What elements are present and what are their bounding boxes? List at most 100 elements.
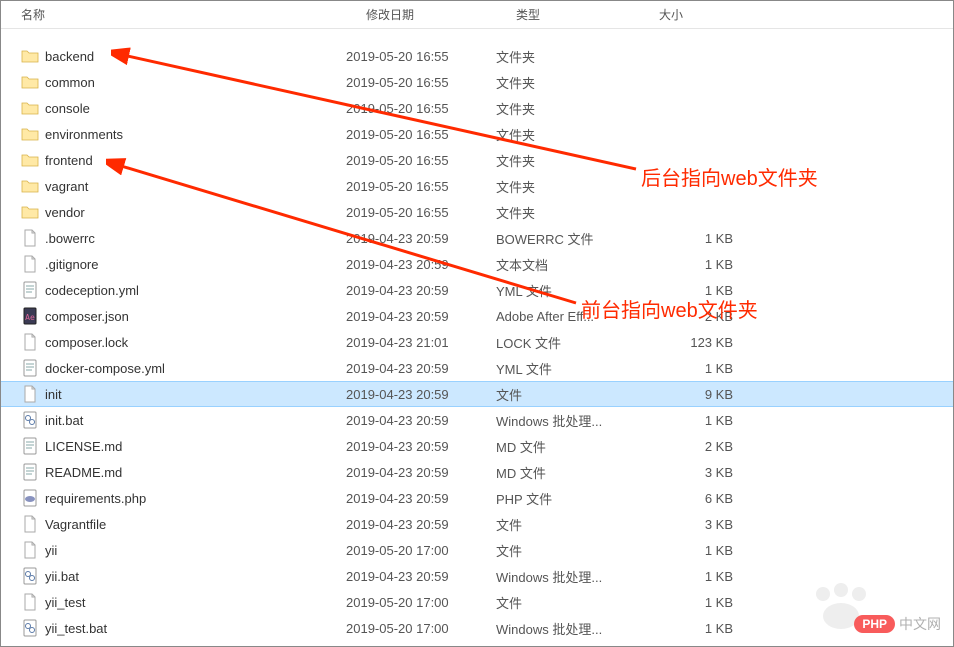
- folder-icon: [21, 47, 39, 65]
- file-type: 文件: [496, 593, 651, 612]
- file-size: 1 KB: [651, 413, 741, 428]
- php-badge: PHP: [854, 615, 895, 633]
- file-date: 2019-04-23 20:59: [346, 231, 496, 246]
- file-date: 2019-04-23 20:59: [346, 387, 496, 402]
- file-type: LOCK 文件: [496, 333, 651, 352]
- file-row[interactable]: .bowerrc2019-04-23 20:59BOWERRC 文件1 KB: [1, 225, 953, 251]
- file-name: Vagrantfile: [45, 517, 106, 532]
- file-row[interactable]: composer.lock2019-04-23 21:01LOCK 文件123 …: [1, 329, 953, 355]
- file-row[interactable]: .gitignore2019-04-23 20:59文本文档1 KB: [1, 251, 953, 277]
- file-row[interactable]: environments2019-05-20 16:55文件夹: [1, 121, 953, 147]
- file-date: 2019-05-20 16:55: [346, 49, 496, 64]
- file-row[interactable]: Vagrantfile2019-04-23 20:59文件3 KB: [1, 511, 953, 537]
- file-row[interactable]: init 2019-04-23 20:59文件9 KB: [1, 381, 953, 407]
- file-type: 文件夹: [496, 203, 651, 222]
- file-date: 2019-05-20 17:00: [346, 621, 496, 636]
- column-header-type[interactable]: 类型: [496, 2, 651, 27]
- file-name: .gitignore: [45, 257, 98, 272]
- file-name: requirements.php: [45, 491, 146, 506]
- file-date: 2019-04-23 20:59: [346, 309, 496, 324]
- file-name: init: [45, 387, 62, 402]
- text-file-icon: [21, 463, 39, 481]
- bat-file-icon: [21, 411, 39, 429]
- file-list: backend2019-05-20 16:55文件夹common2019-05-…: [1, 29, 953, 641]
- file-date: 2019-04-23 20:59: [346, 517, 496, 532]
- file-date: 2019-04-23 20:59: [346, 283, 496, 298]
- file-type: YML 文件: [496, 359, 651, 378]
- file-type: Windows 批处理...: [496, 619, 651, 638]
- generic-file-icon: [21, 255, 39, 273]
- folder-icon: [21, 177, 39, 195]
- file-date: 2019-04-23 20:59: [346, 439, 496, 454]
- file-size: 1 KB: [651, 621, 741, 636]
- file-type: 文件: [496, 385, 651, 404]
- file-row[interactable]: README.md2019-04-23 20:59MD 文件3 KB: [1, 459, 953, 485]
- file-date: 2019-04-23 20:59: [346, 569, 496, 584]
- file-type: YML 文件: [496, 281, 651, 300]
- column-header-date[interactable]: 修改日期: [346, 2, 496, 27]
- file-row[interactable]: docker-compose.yml2019-04-23 20:59YML 文件…: [1, 355, 953, 381]
- bat-file-icon: [21, 567, 39, 585]
- file-size: 6 KB: [651, 491, 741, 506]
- file-size: 2 KB: [651, 439, 741, 454]
- file-date: 2019-04-23 21:01: [346, 335, 496, 350]
- file-type: 文本文档: [496, 255, 651, 274]
- file-name: yii.bat: [45, 569, 79, 584]
- text-file-icon: [21, 437, 39, 455]
- file-size: 2 KB: [651, 309, 741, 324]
- file-row[interactable]: LICENSE.md2019-04-23 20:59MD 文件2 KB: [1, 433, 953, 459]
- folder-icon: [21, 99, 39, 117]
- file-row[interactable]: codeception.yml 2019-04-23 20:59YML 文件1 K…: [1, 277, 953, 303]
- file-type: BOWERRC 文件: [496, 229, 651, 248]
- generic-file-icon: [21, 593, 39, 611]
- file-name: LICENSE.md: [45, 439, 122, 454]
- generic-file-icon: [21, 229, 39, 247]
- file-row[interactable]: vendor 2019-05-20 16:55文件夹: [1, 199, 953, 225]
- file-type: PHP 文件: [496, 489, 651, 508]
- svg-text:Ae: Ae: [25, 313, 35, 322]
- file-size: 1 KB: [651, 543, 741, 558]
- file-row[interactable]: Aecomposer.json2019-04-23 20:59Adobe Aft…: [1, 303, 953, 329]
- file-date: 2019-04-23 20:59: [346, 491, 496, 506]
- file-size: 1 KB: [651, 257, 741, 272]
- file-date: 2019-05-20 16:55: [346, 205, 496, 220]
- file-row[interactable]: common2019-05-20 16:55文件夹: [1, 69, 953, 95]
- file-type: MD 文件: [496, 463, 651, 482]
- folder-icon: [21, 151, 39, 169]
- column-header-size[interactable]: 大小: [651, 2, 741, 27]
- file-size: 3 KB: [651, 517, 741, 532]
- file-name: docker-compose.yml: [45, 361, 165, 376]
- generic-file-icon: [21, 333, 39, 351]
- file-size: 9 KB: [651, 387, 741, 402]
- file-date: 2019-04-23 20:59: [346, 465, 496, 480]
- file-row[interactable]: console2019-05-20 16:55文件夹: [1, 95, 953, 121]
- file-date: 2019-05-20 17:00: [346, 543, 496, 558]
- file-row[interactable]: frontend2019-05-20 16:55文件夹: [1, 147, 953, 173]
- file-row[interactable]: vagrant2019-05-20 16:55文件夹: [1, 173, 953, 199]
- file-name: backend: [45, 49, 94, 64]
- file-date: 2019-05-20 16:55: [346, 75, 496, 90]
- file-size: 1 KB: [651, 361, 741, 376]
- file-type: 文件夹: [496, 47, 651, 66]
- json-file-icon: Ae: [21, 307, 39, 325]
- file-date: 2019-05-20 16:55: [346, 101, 496, 116]
- file-row[interactable]: backend 2019-05-20 16:55文件夹: [1, 43, 953, 69]
- file-name: codeception.yml: [45, 283, 139, 298]
- file-row[interactable]: requirements.php 2019-04-23 20:59PHP 文件6 …: [1, 485, 953, 511]
- folder-icon: [21, 125, 39, 143]
- file-type: 文件夹: [496, 125, 651, 144]
- file-row[interactable]: yii2019-05-20 17:00文件1 KB: [1, 537, 953, 563]
- file-type: Windows 批处理...: [496, 411, 651, 430]
- file-name: frontend: [45, 153, 93, 168]
- column-header-name[interactable]: 名称: [1, 2, 346, 27]
- file-date: 2019-05-20 16:55: [346, 153, 496, 168]
- file-name: vendor: [45, 205, 85, 220]
- file-type: 文件: [496, 541, 651, 560]
- file-name: vagrant: [45, 179, 88, 194]
- file-row[interactable]: init.bat2019-04-23 20:59Windows 批处理...1 …: [1, 407, 953, 433]
- cn-text: 中文网: [899, 614, 941, 634]
- file-name: composer.json: [45, 309, 129, 324]
- file-size: 1 KB: [651, 569, 741, 584]
- file-type: Windows 批处理...: [496, 567, 651, 586]
- file-size: 1 KB: [651, 283, 741, 298]
